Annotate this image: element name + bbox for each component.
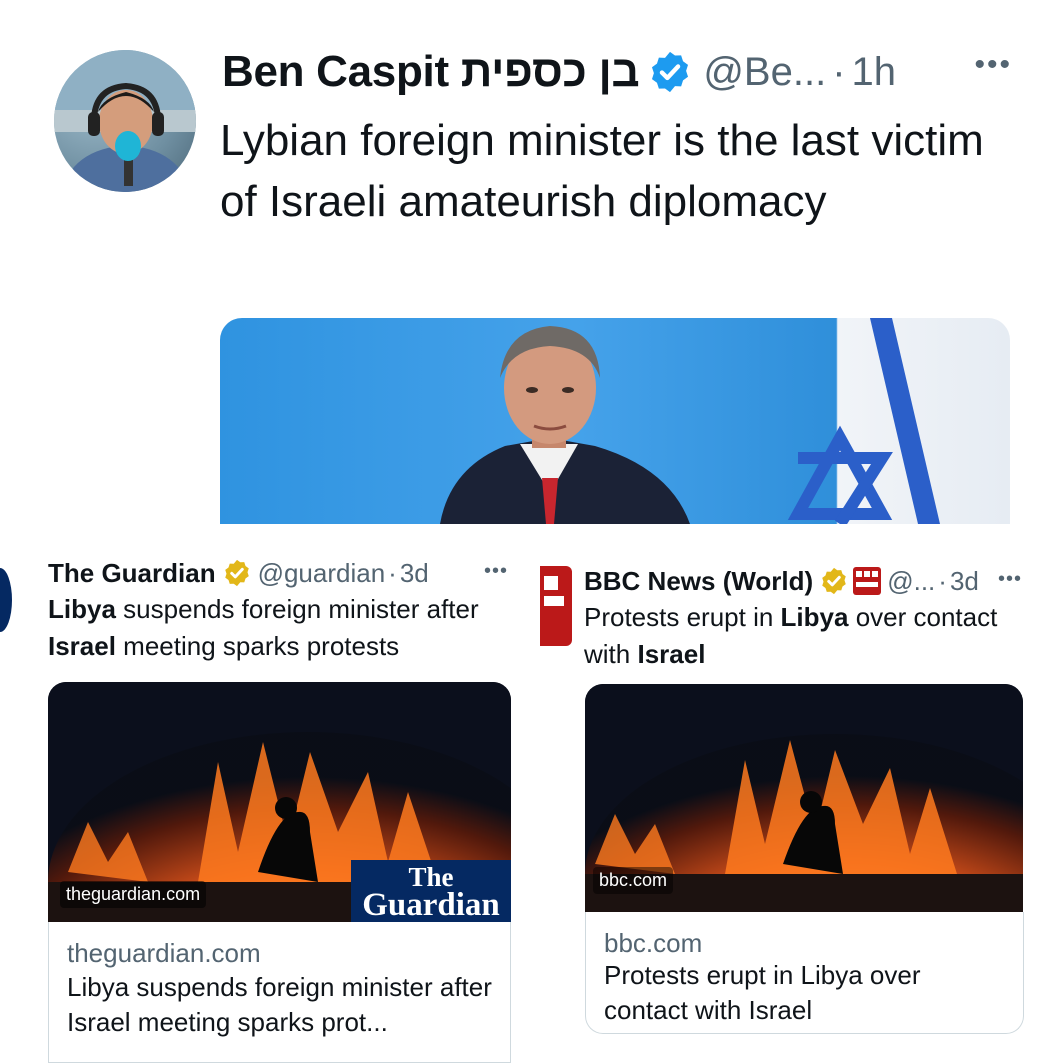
bbc-link-image[interactable]: bbc.com — [585, 684, 1023, 912]
text-bold-libya: Libya — [780, 602, 849, 632]
separator-dot: · — [832, 49, 846, 94]
guardian-link-image[interactable]: theguardian.com The Guardian — [48, 682, 511, 922]
tweet-header: Ben Caspit בן כספית @Be... · 1h ••• — [222, 42, 1012, 102]
verified-badge-icon[interactable] — [647, 49, 693, 95]
guardian-link-domain: theguardian.com — [67, 938, 261, 968]
bbc-domain-chip: bbc.com — [593, 867, 674, 894]
bbc-affiliate-badge-icon[interactable] — [853, 567, 882, 595]
text-segment: Protests erupt in — [584, 602, 781, 632]
bbc-quote-header: BBC News (World) @... · 3d ••• — [584, 562, 1034, 600]
logo-line-2: Guardian — [362, 887, 500, 922]
guardian-name[interactable]: The Guardian — [48, 558, 216, 589]
avatar-photo — [54, 50, 196, 192]
guardian-handle[interactable]: @guardian — [258, 558, 386, 589]
guardian-quote-text: Libya suspends foreign minister after Is… — [48, 591, 518, 665]
more-icon[interactable]: ••• — [974, 48, 1012, 82]
guardian-timestamp[interactable]: 3d — [400, 558, 429, 589]
text-segment: suspends foreign minister after — [115, 594, 479, 624]
more-icon[interactable]: ••• — [998, 568, 1022, 591]
bbc-avatar-edge[interactable] — [540, 566, 572, 646]
guardian-link-title: Libya suspends foreign minister after Is… — [67, 972, 492, 1037]
more-icon[interactable]: ••• — [484, 560, 508, 583]
guardian-domain-chip: theguardian.com — [60, 881, 207, 908]
bbc-quote-text: Protests erupt in Libya over contact wit… — [584, 599, 1044, 673]
author-name[interactable]: Ben Caspit בן כספית — [222, 47, 640, 97]
bbc-block — [856, 571, 863, 577]
bbc-logo-fragment-icon — [544, 576, 564, 606]
bbc-timestamp[interactable]: 3d — [950, 566, 979, 597]
text-bold-israel: Israel — [637, 639, 706, 669]
tweet-timestamp[interactable]: 1h — [852, 50, 897, 95]
bbc-link-domain: bbc.com — [604, 928, 703, 958]
guardian-link-footer[interactable]: theguardian.com Libya suspends foreign m… — [48, 922, 511, 1063]
bbc-link-title: Protests erupt in Libya over contact wit… — [604, 960, 921, 1025]
text-bold-israel: Israel — [48, 631, 116, 661]
bbc-block — [872, 571, 879, 577]
guardian-quote-header: The Guardian @guardian · 3d ••• — [48, 554, 518, 592]
bbc-name[interactable]: BBC News (World) — [584, 566, 813, 597]
minister-photo — [440, 318, 940, 524]
text-segment: meeting sparks protests — [115, 631, 400, 661]
tweet-text: Lybian foreign minister is the last vict… — [220, 116, 984, 226]
logo-line-1: The — [408, 862, 454, 892]
tweet-image[interactable] — [220, 318, 1010, 524]
verified-gold-badge-icon[interactable] — [222, 558, 252, 588]
bbc-news-bar — [856, 582, 879, 587]
separator-dot: · — [938, 565, 947, 596]
guardian-logo: The Guardian — [351, 860, 511, 922]
bbc-block — [864, 571, 871, 577]
author-avatar[interactable] — [54, 50, 196, 192]
author-handle[interactable]: @Be... — [703, 50, 826, 95]
verified-gold-badge-icon[interactable] — [819, 566, 849, 596]
bbc-link-footer[interactable]: bbc.com Protests erupt in Libya over con… — [585, 912, 1024, 1034]
guardian-avatar-edge[interactable] — [0, 568, 12, 632]
separator-dot: · — [388, 557, 397, 588]
text-bold-libya: Libya — [48, 594, 116, 624]
bbc-handle[interactable]: @... — [887, 566, 935, 597]
